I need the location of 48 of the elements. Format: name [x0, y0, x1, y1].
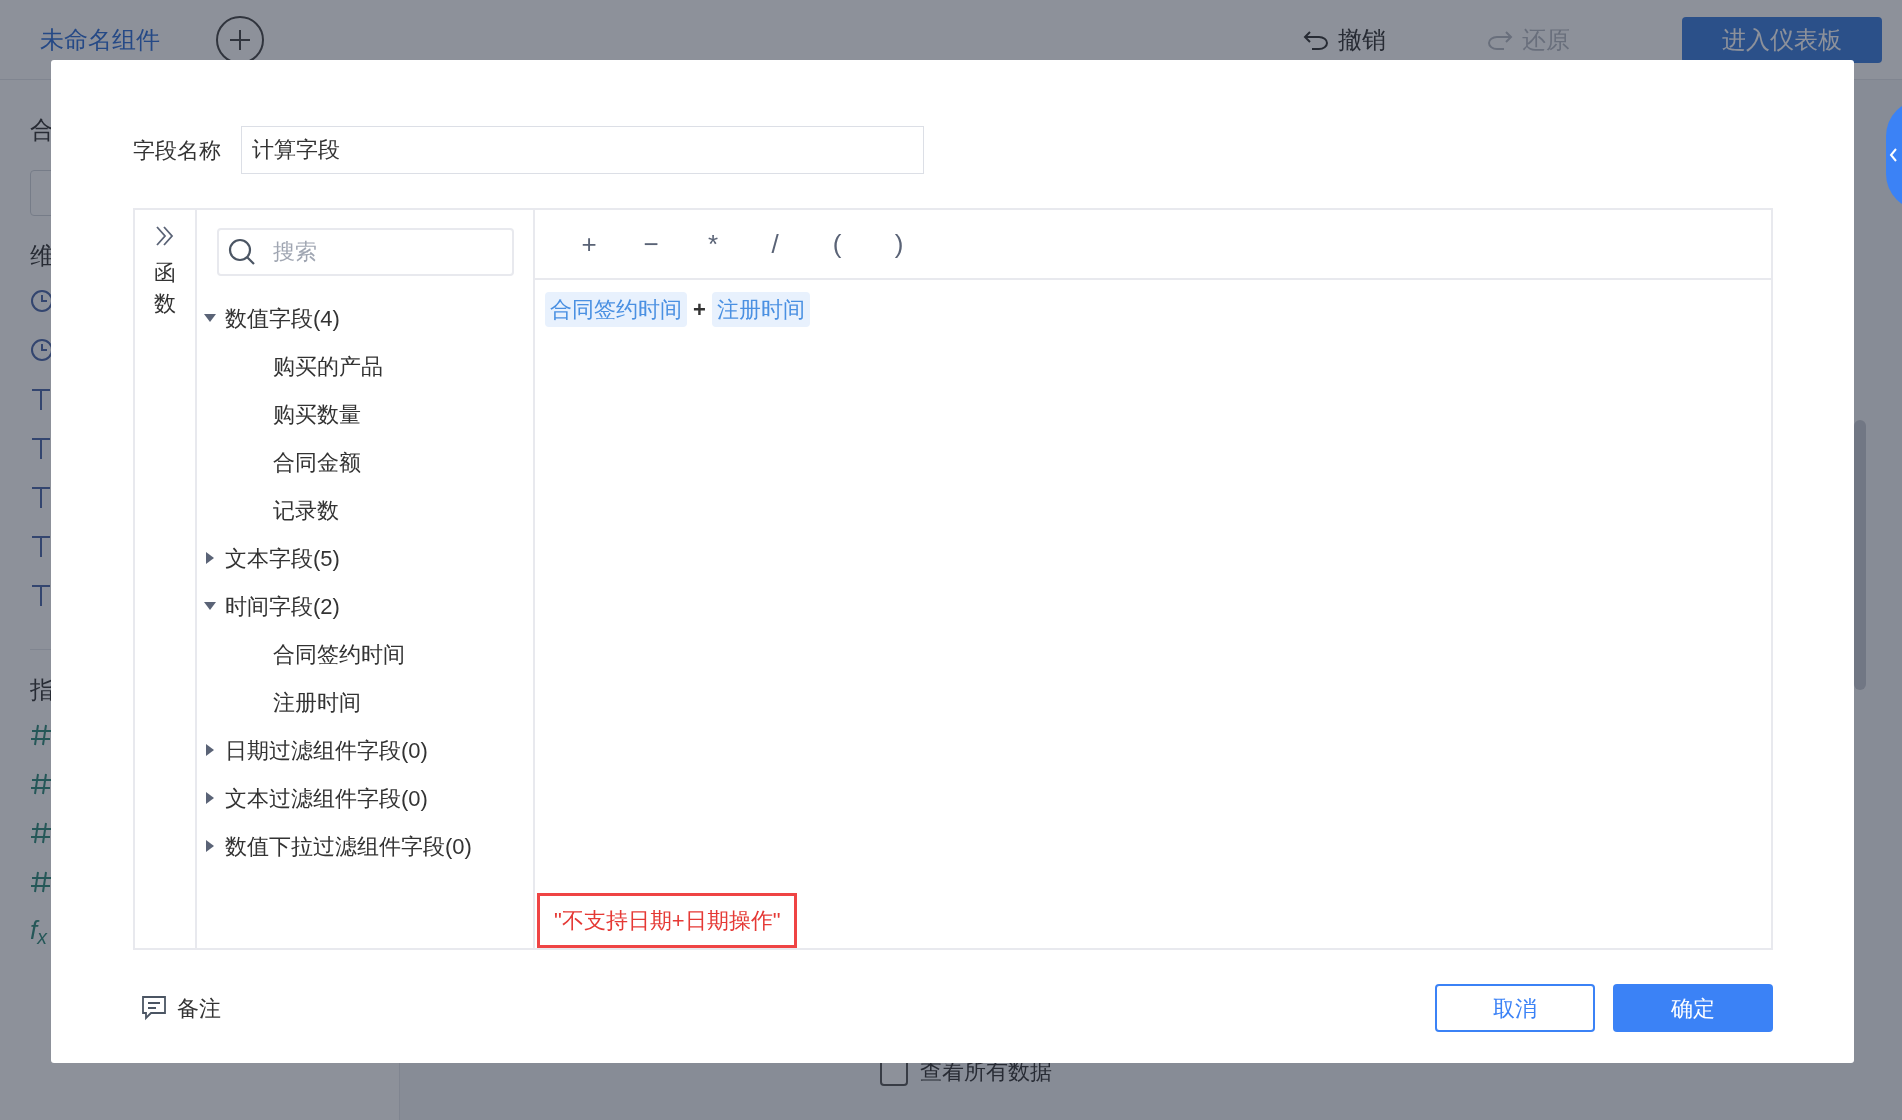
- text-type-icon: [30, 582, 52, 607]
- tree-item[interactable]: 购买数量: [273, 390, 361, 438]
- plus-icon: [228, 27, 252, 52]
- section-heading: 维: [30, 241, 54, 271]
- cancel-button[interactable]: 取消: [1435, 984, 1595, 1032]
- tree-item[interactable]: 记录数: [273, 486, 339, 534]
- operator-button[interactable]: /: [759, 224, 791, 264]
- note-button[interactable]: 备注: [141, 991, 221, 1025]
- error-message: "不支持日期+日期操作": [537, 893, 798, 948]
- clock-icon: [30, 288, 54, 313]
- tree-group[interactable]: 文本字段(5): [203, 534, 340, 582]
- field-name-input[interactable]: 计算字段: [241, 126, 924, 174]
- tree-group[interactable]: 文本过滤组件字段(0): [203, 774, 428, 822]
- hash-icon: [30, 722, 52, 747]
- tree-item[interactable]: 购买的产品: [273, 342, 383, 390]
- tree-group[interactable]: 数值字段(4): [203, 294, 340, 342]
- tree-group[interactable]: 日期过滤组件字段(0): [203, 726, 428, 774]
- field-token: 合同签约时间: [545, 292, 687, 327]
- field-name-label: 字段名称: [133, 136, 221, 165]
- operator-button[interactable]: +: [573, 224, 605, 264]
- clock-icon: [30, 337, 54, 362]
- operator-button[interactable]: *: [697, 224, 729, 264]
- hash-icon: [30, 869, 52, 894]
- tree-group[interactable]: 时间字段(2): [203, 582, 340, 630]
- operator-button[interactable]: (: [821, 224, 853, 264]
- field-token: 注册时间: [711, 292, 810, 327]
- hash-icon: [30, 771, 52, 796]
- operator-button[interactable]: ): [883, 224, 915, 264]
- text-type-icon: [30, 484, 52, 509]
- chevron-left-icon: [1888, 147, 1898, 163]
- search-icon: [227, 237, 257, 267]
- expand-functions-button[interactable]: 函数: [153, 224, 177, 320]
- tree-item[interactable]: 合同金额: [273, 438, 361, 486]
- comment-icon: [141, 995, 167, 1021]
- text-type-icon: [30, 386, 52, 411]
- formula-icon: f$_{x}$: [30, 911, 47, 950]
- confirm-button[interactable]: 确定: [1613, 984, 1773, 1032]
- operator-button[interactable]: −: [635, 224, 667, 264]
- text-type-icon: [30, 435, 52, 460]
- tree-group[interactable]: 数值下拉过滤组件字段(0): [203, 822, 472, 870]
- operator-token: +: [693, 296, 706, 324]
- text-type-icon: [30, 533, 52, 558]
- undo-button[interactable]: 撤销: [1302, 21, 1386, 58]
- section-heading: 合: [30, 115, 54, 145]
- search-field[interactable]: 搜索: [217, 228, 514, 276]
- tree-item[interactable]: 注册时间: [273, 678, 361, 726]
- tree-item[interactable]: 合同签约时间: [273, 630, 405, 678]
- hash-icon: [30, 820, 52, 845]
